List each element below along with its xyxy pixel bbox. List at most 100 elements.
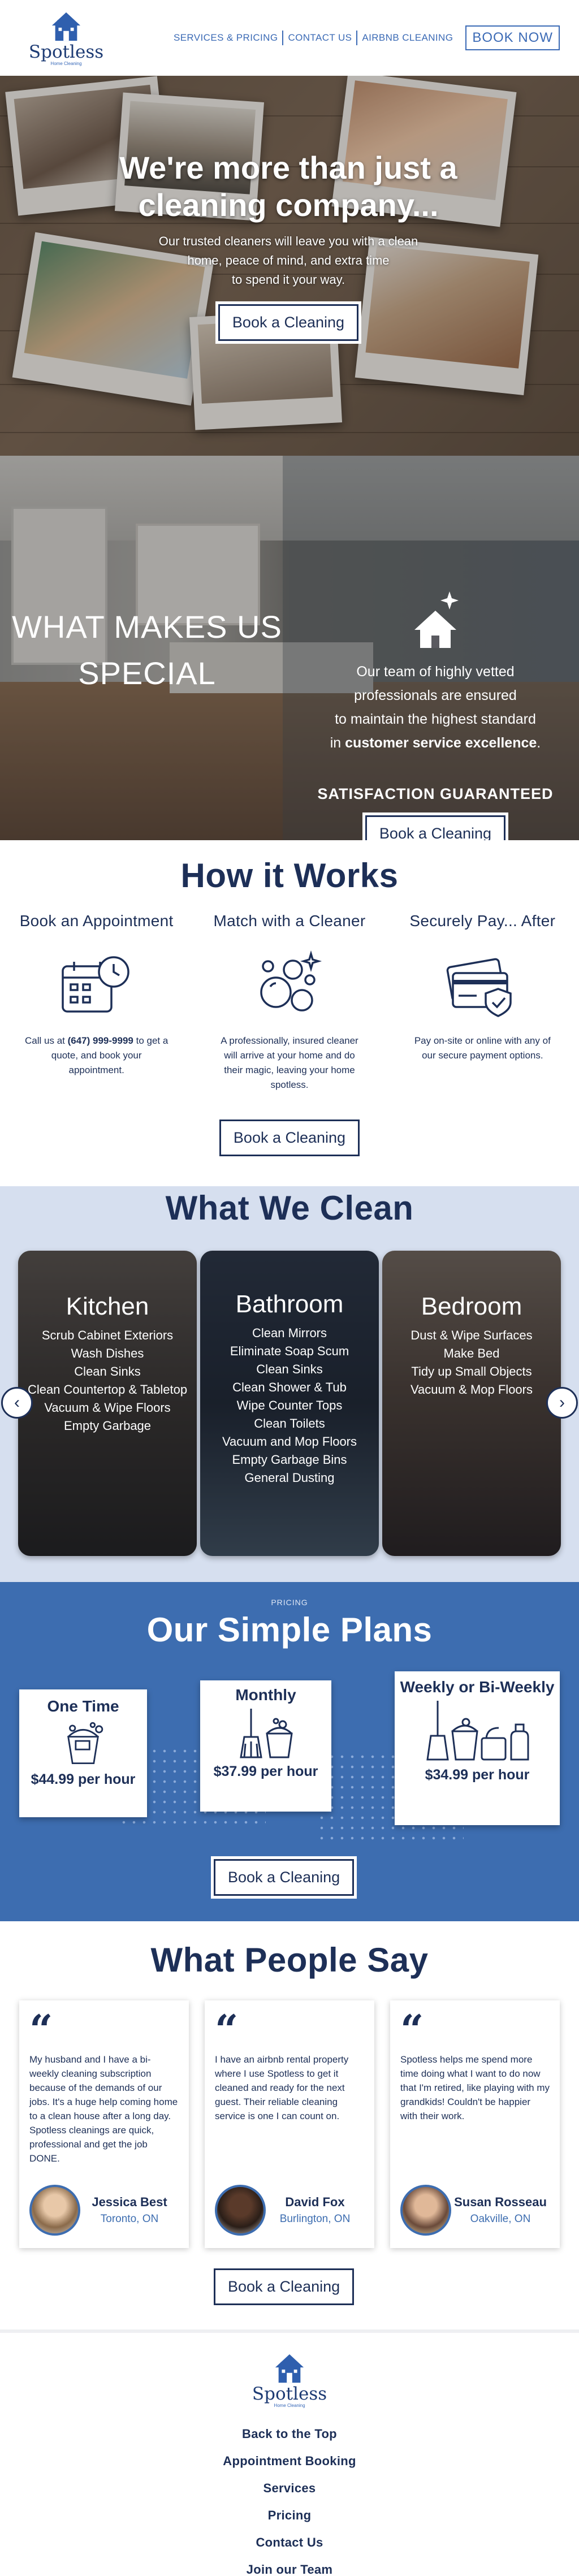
avatar — [215, 2185, 266, 2236]
room-card-item: Clean Mirrors — [252, 1326, 327, 1340]
footer-logo[interactable]: Spotless Home Cleaning — [252, 2352, 327, 2408]
testimonial-name: David Fox — [285, 2195, 345, 2209]
testimonial-author: David Fox Burlington, ON — [215, 2185, 364, 2236]
testimonial-location: Oakville, ON — [470, 2213, 531, 2225]
main-nav: SERVICES & PRICING CONTACT US AIRBNB CLE… — [169, 25, 560, 50]
testimonial-text: Spotless helps me spend more time doing … — [400, 2054, 550, 2121]
chevron-right-icon: › — [559, 1393, 565, 1412]
room-card-item: Vacuum & Wipe Floors — [44, 1401, 171, 1415]
nav-airbnb-cleaning[interactable]: AIRBNB CLEANING — [357, 32, 457, 44]
room-carousel: Kitchen Scrub Cabinet Exteriors Wash Dis… — [18, 1251, 561, 1556]
room-card-item: Dust & Wipe Surfaces — [411, 1328, 533, 1342]
calendar-clock-icon — [61, 956, 129, 1013]
room-card-title: Kitchen — [66, 1293, 149, 1320]
room-card-item: Clean Countertop & Tabletop — [27, 1382, 188, 1397]
room-card-bathroom[interactable]: Bathroom Clean Mirrors Eliminate Soap Sc… — [200, 1251, 379, 1556]
site-header: Spotless Home Cleaning SERVICES & PRICIN… — [0, 0, 579, 76]
testimonial-name: Jessica Best — [92, 2195, 167, 2209]
plan-name: Weekly or Bi-Weekly — [400, 1678, 555, 1696]
testimonial-location: Burlington, ON — [279, 2213, 351, 2225]
hero-title: We're more than just a cleaning company.… — [119, 150, 457, 223]
testimonial-card-susan: “ Spotless helps me spend more time doin… — [390, 2000, 560, 2248]
testimonial-card-jessica: “ My husband and I have a bi-weekly clea… — [19, 2000, 189, 2248]
quote-icon: “ — [400, 2006, 424, 2054]
testimonial-location: Toronto, ON — [100, 2213, 159, 2225]
house-sparkle-icon — [414, 591, 459, 648]
step-match-cleaner: Match with a Cleaner A professionally, i… — [193, 912, 386, 1092]
room-card-item: Clean Sinks — [74, 1364, 141, 1378]
nav-contact-us[interactable]: CONTACT US — [283, 32, 356, 44]
logo-tagline: Home Cleaning — [274, 2403, 305, 2408]
how-it-works-title: How it Works — [180, 857, 399, 894]
testimonial-text: I have an airbnb rental property where I… — [215, 2054, 349, 2121]
carousel-next-button[interactable]: › — [546, 1387, 578, 1419]
room-card-item: Make Bed — [443, 1346, 500, 1360]
special-title: WHAT MAKES US SPECIAL — [12, 609, 282, 691]
site-logo[interactable]: Spotless Home Cleaning — [29, 10, 103, 66]
quote-icon: “ — [29, 2006, 53, 2054]
footer-link-appointment-booking[interactable]: Appointment Booking — [0, 2448, 579, 2475]
room-card-item: Clean Toilets — [254, 1416, 325, 1430]
plan-card-monthly[interactable]: Monthly $37.99 per hour — [200, 1680, 331, 1812]
testimonial-card-david: “ I have an airbnb rental property where… — [205, 2000, 374, 2248]
plan-price: $37.99 per hour — [213, 1764, 318, 1779]
room-card-item: General Dusting — [244, 1471, 335, 1485]
step-description: A professionally, insured cleaner will a… — [221, 1035, 358, 1090]
room-card-kitchen[interactable]: Kitchen Scrub Cabinet Exteriors Wash Dis… — [18, 1251, 197, 1556]
plan-card-one-time[interactable]: One Time $44.99 per hour — [19, 1689, 147, 1817]
testimonials-title: What People Say — [150, 1941, 429, 1979]
special-body: Our team of highly vetted professionals … — [330, 664, 541, 751]
what-we-clean-title: What We Clean — [165, 1189, 414, 1227]
pricing-section: PRICING Our Simple Plans One Time $44.99… — [0, 1582, 579, 1921]
room-card-item: Vacuum and Mop Floors — [222, 1434, 357, 1449]
broom-supplies-icon — [426, 1701, 529, 1761]
page: Spotless Home Cleaning SERVICES & PRICIN… — [0, 0, 579, 2576]
testimonials-section: What People Say “ My husband and I have … — [0, 1921, 579, 2329]
footer-link-services[interactable]: Services — [0, 2475, 579, 2502]
avatar — [400, 2185, 451, 2236]
how-book-cleaning-button[interactable]: Book a Cleaning — [219, 1120, 360, 1156]
testimonial-text: My husband and I have a bi-weekly cleani… — [29, 2054, 178, 2164]
logo-tagline: Home Cleaning — [50, 60, 82, 66]
pricing-book-cleaning-button[interactable]: Book a Cleaning — [214, 1859, 355, 1896]
step-description: Pay on-site or online with any of our se… — [414, 1035, 551, 1061]
special-content: Our team of highly vetted professionals … — [305, 588, 565, 840]
nav-services-pricing[interactable]: SERVICES & PRICING — [169, 32, 283, 44]
hero-book-cleaning-button[interactable]: Book a Cleaning — [218, 304, 359, 341]
chevron-left-icon: ‹ — [14, 1393, 20, 1412]
footer-link-join-our-team[interactable]: Join our Team — [0, 2556, 579, 2576]
bubbles-icon — [260, 950, 322, 1012]
hero-section: We're more than just a cleaning company.… — [0, 76, 579, 456]
room-card-item: Empty Garbage Bins — [232, 1453, 347, 1467]
step-description: Call us at (647) 999-9999 to get a quote… — [25, 1035, 168, 1075]
house-logo-icon — [275, 2354, 304, 2383]
testimonial-name: Susan Rosseau — [454, 2195, 547, 2209]
room-card-item: Scrub Cabinet Exteriors — [41, 1328, 174, 1342]
room-card-item: Wash Dishes — [71, 1346, 144, 1360]
satisfaction-guaranteed: SATISFACTION GUARANTEED — [317, 785, 554, 802]
hero-content: We're more than just a cleaning company.… — [119, 149, 458, 341]
footer-link-pricing[interactable]: Pricing — [0, 2502, 579, 2529]
footer-link-back-to-top[interactable]: Back to the Top — [0, 2421, 579, 2448]
book-now-button[interactable]: BOOK NOW — [465, 25, 560, 50]
pricing-kicker: PRICING — [271, 1598, 308, 1607]
what-we-clean-section: What We Clean Kitchen Scrub Cabinet Exte… — [0, 1186, 579, 1582]
carousel-prev-button[interactable]: ‹ — [1, 1387, 33, 1419]
how-it-works-section: How it Works Book an Appointment Call us… — [0, 840, 579, 1186]
testimonials-book-cleaning-button[interactable]: Book a Cleaning — [214, 2268, 355, 2305]
step-book-appointment: Book an Appointment Call us at (647) 999… — [0, 912, 193, 1092]
room-card-bedroom[interactable]: Bedroom Dust & Wipe Surfaces Make Bed Ti… — [382, 1251, 561, 1556]
special-book-cleaning-button[interactable]: Book a Cleaning — [365, 815, 506, 840]
plan-price: $44.99 per hour — [31, 1771, 136, 1787]
plan-card-weekly[interactable]: Weekly or Bi-Weekly $34.99 per hour — [395, 1671, 560, 1825]
plan-price: $34.99 per hour — [425, 1767, 530, 1783]
plan-name: Monthly — [235, 1686, 296, 1704]
room-card-item: Vacuum & Mop Floors — [410, 1382, 533, 1397]
step-secure-pay: Securely Pay... After Pay on-site or onl… — [386, 912, 579, 1092]
pricing-title: Our Simple Plans — [146, 1611, 433, 1649]
footer-link-contact-us[interactable]: Contact Us — [0, 2529, 579, 2556]
step-title: Securely Pay... After — [409, 912, 556, 930]
broom-bucket-icon — [240, 1709, 293, 1758]
room-card-item: Eliminate Soap Scum — [230, 1344, 349, 1358]
logo-wordmark: Spotless — [28, 41, 104, 62]
